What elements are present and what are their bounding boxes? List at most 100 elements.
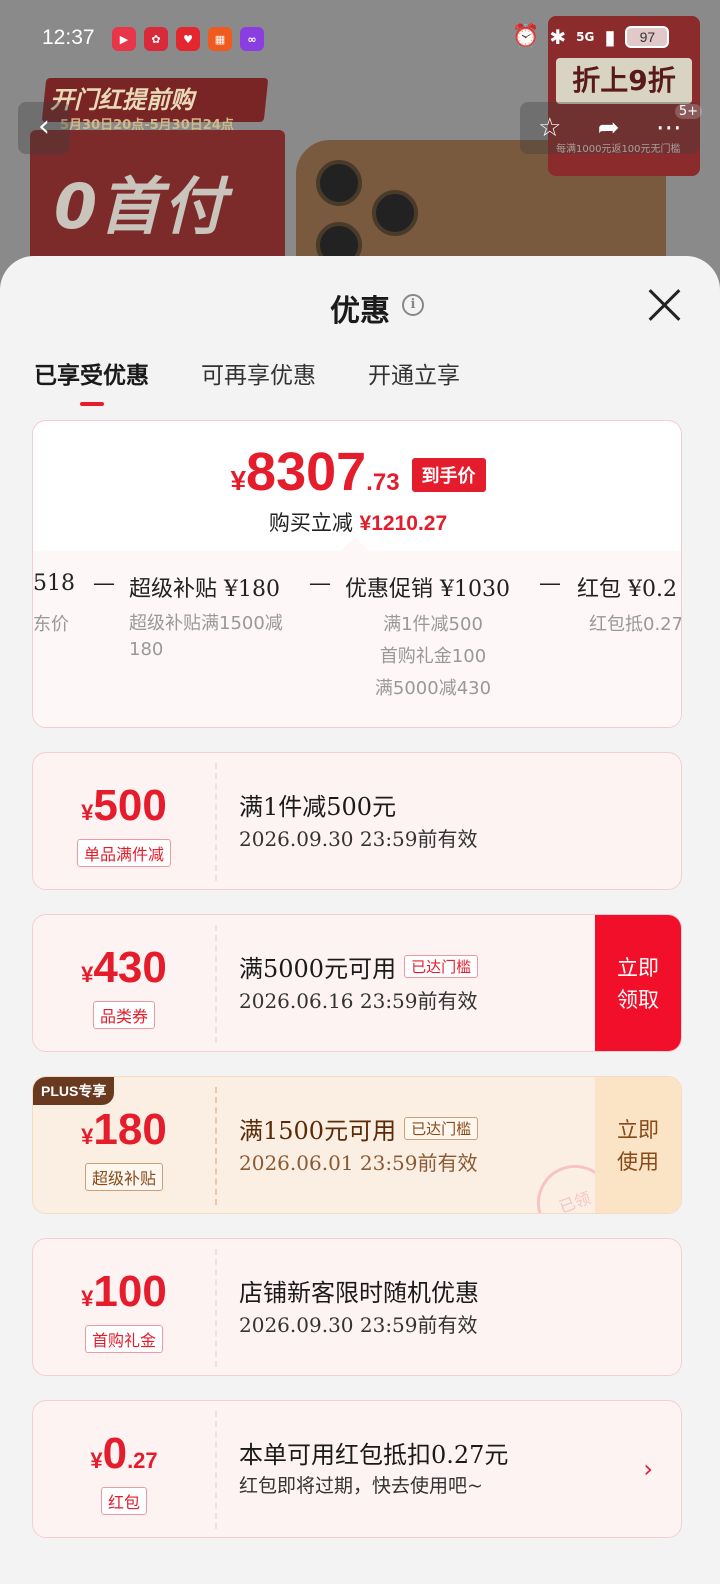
coupon-type-label: 超级补贴 xyxy=(84,1163,163,1191)
claim-now-button[interactable]: 立即领取 xyxy=(595,915,681,1051)
coupon-type-label: 单品满件减 xyxy=(76,839,171,867)
coupon-title-text: 店铺新客限时随机优惠 xyxy=(239,1279,479,1307)
currency-symbol: ¥ xyxy=(230,465,247,496)
currency-symbol: ¥ xyxy=(81,1286,94,1311)
coupon-title: 满5000元可用 已达门槛 xyxy=(239,949,479,984)
coupon-value: ¥180 超级补贴 xyxy=(33,1077,215,1213)
breakdown-sub-line: 满5000减430 xyxy=(374,678,492,699)
coupon-amount: ¥180 xyxy=(33,1105,215,1155)
coupon-amount-number: 430 xyxy=(93,943,167,992)
coupon-value: ¥430 品类券 xyxy=(33,915,215,1051)
breakdown-sub: 东价 xyxy=(33,614,69,635)
coupon-type: 超级补贴 xyxy=(33,1163,215,1191)
coupon-amount: ¥0.27 xyxy=(33,1429,215,1479)
bluetooth-icon: ✱ xyxy=(549,24,567,49)
heart-app-icon: ♥ xyxy=(176,27,200,51)
claim-now-label: 立即领取 xyxy=(617,956,659,1012)
coupon-divider xyxy=(215,1087,217,1205)
breakdown-item: 518 xyxy=(33,571,75,596)
use-now-label: 立即使用 xyxy=(617,1118,659,1174)
coupon-type: 品类券 xyxy=(33,1001,215,1029)
breakdown-separator: — xyxy=(539,571,561,596)
price-summary-card: ¥ 8307 .73 到手价 购买立减 ¥1210.27 518 — 超级补贴 … xyxy=(32,420,682,728)
reduce-amount: ¥1210.27 xyxy=(359,512,448,535)
breakdown-separator: — xyxy=(309,571,331,596)
tab-enjoyed[interactable]: 已享受优惠 xyxy=(34,356,149,390)
coupon-divider xyxy=(215,925,217,1043)
coupon-card[interactable]: ¥100 首购礼金 店铺新客限时随机优惠 2026.09.30 23:59前有效 xyxy=(32,1238,682,1376)
coupon-amount-number: 500 xyxy=(93,781,167,830)
breakdown-sub-line: 超级补贴满1500减 xyxy=(129,613,283,634)
coupon-expiry: 2026.09.30 23:59前有效 xyxy=(239,1313,478,1337)
camera-lens xyxy=(372,190,418,236)
coupon-type-label: 红包 xyxy=(100,1487,147,1515)
sheet-title: 优惠 xyxy=(330,294,390,329)
shopping-app-icon: ✿ xyxy=(144,27,168,51)
promo-banner-title: 开门红提前购 xyxy=(50,86,194,114)
coupon-title-text: 本单可用红包抵扣0.27元 xyxy=(239,1441,509,1469)
video-app-icon: ▶ xyxy=(112,27,136,51)
close-button[interactable] xyxy=(646,286,682,322)
coupon-type: 首购礼金 xyxy=(33,1325,215,1353)
use-now-button[interactable]: 立即使用 xyxy=(595,1077,681,1213)
breakdown-sub: 超级补贴满1500减 180 xyxy=(129,611,283,663)
coupon-card-plus[interactable]: PLUS专享 ¥180 超级补贴 满1500元可用 已达门槛 2026.06.0… xyxy=(32,1076,682,1214)
discount-tabs: 已享受优惠 可再享优惠 开通立享 xyxy=(34,356,460,390)
coupon-title-text: 满1件减500元 xyxy=(239,793,397,821)
red-packet-card[interactable]: ¥0.27 红包 本单可用红包抵扣0.27元 红包即将过期，快去使用吧~ › xyxy=(32,1400,682,1538)
breakdown-sub-line: 满1件减500 xyxy=(383,614,483,635)
breakdown-sub-line: 180 xyxy=(129,639,164,660)
threshold-met-chip: 已达门槛 xyxy=(404,955,479,978)
top-actions: ☆ ➦ ⋯ 5+ xyxy=(520,102,702,154)
coupon-card[interactable]: ¥430 品类券 满5000元可用 已达门槛 2026.06.16 23:59前… xyxy=(32,914,682,1052)
coupon-title: 满1500元可用 已达门槛 xyxy=(239,1111,479,1146)
status-indicators: ⏰ ✱ 5G ▮ 97 xyxy=(512,24,670,49)
breakdown-sub-line: 首购礼金100 xyxy=(379,646,487,667)
share-icon[interactable]: ➦ xyxy=(598,113,620,143)
promo-corner-title: 折上9折 xyxy=(556,58,692,104)
currency-symbol: ¥ xyxy=(81,962,94,987)
coupon-divider xyxy=(215,1249,217,1367)
link-app-icon: ∞ xyxy=(240,27,264,51)
coupon-amount: ¥100 xyxy=(33,1267,215,1317)
alarm-icon: ⏰ xyxy=(512,24,540,49)
red-packet-reminder: 红包即将过期，快去使用吧~ xyxy=(239,1475,483,1497)
reduce-line: 购买立减 ¥1210.27 xyxy=(33,507,681,537)
currency-symbol: ¥ xyxy=(81,800,94,825)
threshold-met-chip: 已达门槛 xyxy=(404,1117,479,1140)
coupon-title: 本单可用红包抵扣0.27元 xyxy=(239,1435,508,1470)
coupon-amount: ¥430 xyxy=(33,943,215,993)
coupon-expiry: 2026.06.01 23:59前有效 xyxy=(239,1151,478,1175)
coupon-value: ¥100 首购礼金 xyxy=(33,1239,215,1375)
back-button[interactable]: ‹ xyxy=(18,102,70,154)
product-page-backdrop[interactable]: 开门红提前购 5月30日20点-5月30日24点 0首付 折上9折 每满1000… xyxy=(0,0,720,300)
final-price-tag: 到手价 xyxy=(411,458,486,492)
breakdown-separator: — xyxy=(93,571,115,596)
more-badge: 5+ xyxy=(674,104,702,119)
breakdown-sub: 红包抵0.27 xyxy=(589,614,682,635)
tab-activate[interactable]: 开通立享 xyxy=(368,356,460,390)
coupon-title: 满1件减500元 xyxy=(239,787,396,822)
discount-sheet: 优惠 i 已享受优惠 可再享优惠 开通立享 ¥ 8307 .73 到手价 购买立… xyxy=(0,256,720,1584)
breakdown-item: 红包 ¥0.2 xyxy=(577,577,677,602)
info-icon[interactable]: i xyxy=(402,294,424,316)
tab-more-available[interactable]: 可再享优惠 xyxy=(201,356,316,390)
breakdown-item: 超级补贴 ¥180 xyxy=(129,577,280,602)
final-price: ¥ 8307 .73 到手价 xyxy=(33,441,681,503)
coupon-amount: ¥500 xyxy=(33,781,215,831)
price-integer: 8307 xyxy=(246,442,367,502)
coupon-title: 店铺新客限时随机优惠 xyxy=(239,1273,479,1308)
breakdown-item: 优惠促销 ¥1030 xyxy=(345,577,510,602)
coupon-type: 单品满件减 xyxy=(33,839,215,867)
coupon-type: 红包 xyxy=(33,1487,215,1515)
coupon-value: ¥500 单品满件减 xyxy=(33,753,215,889)
price-breakdown[interactable]: 518 — 超级补贴 ¥180 — 优惠促销 ¥1030 — 红包 ¥0.2 东… xyxy=(33,551,682,727)
favorite-icon[interactable]: ☆ xyxy=(538,113,561,143)
chevron-right-icon[interactable]: › xyxy=(643,1455,653,1483)
breakdown-sub: 满1件减500 首购礼金100 满5000减430 xyxy=(373,609,493,705)
currency-symbol: ¥ xyxy=(81,1124,94,1149)
coupon-amount-number: 0 xyxy=(102,1429,128,1478)
currency-symbol: ¥ xyxy=(90,1448,103,1473)
coupon-card[interactable]: ¥500 单品满件减 满1件减500元 2026.09.30 23:59前有效 xyxy=(32,752,682,890)
network-label: 5G xyxy=(576,29,595,44)
